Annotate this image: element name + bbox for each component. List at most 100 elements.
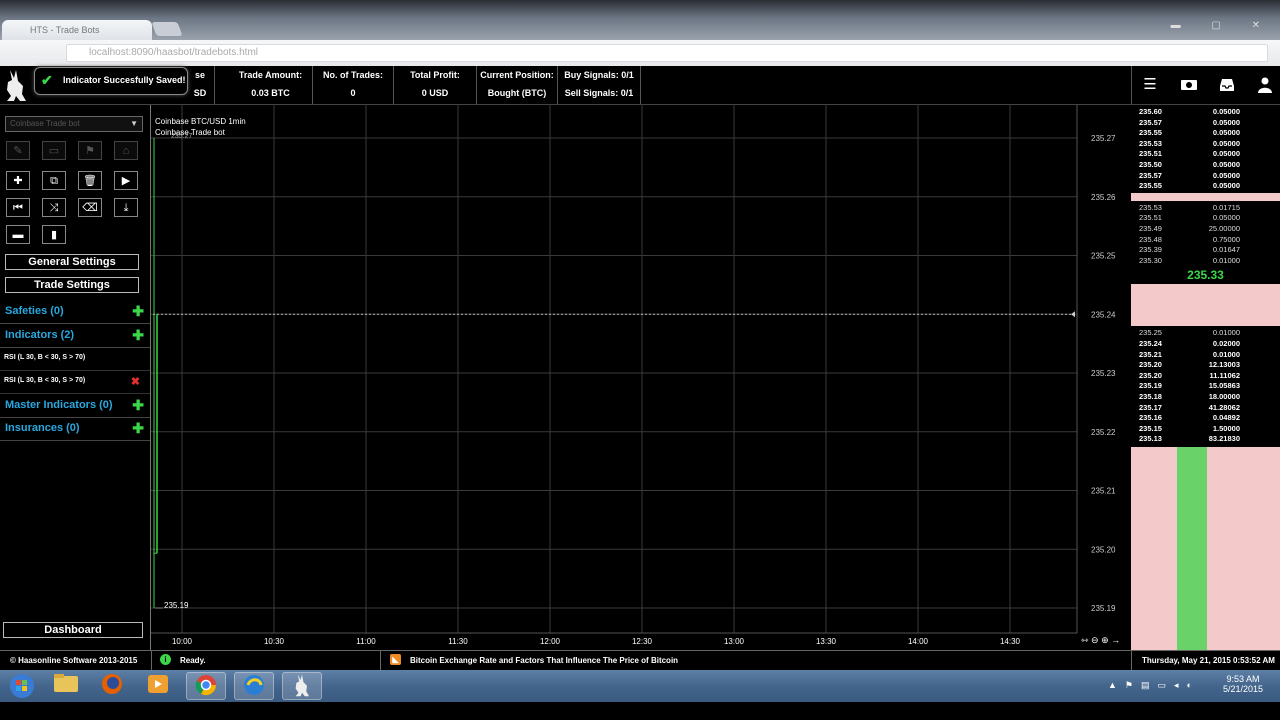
orderbook-row: 235.51 0.05000 — [1131, 213, 1280, 224]
orderbook-amount: 0.04892 — [1212, 413, 1240, 423]
y-tick-label: 235.23 — [1091, 369, 1116, 378]
info-icon: i — [160, 654, 171, 665]
delete-bot-button[interactable]: 🗑 — [78, 171, 102, 190]
url-text: localhost:8090/haasbot/tradebots.html — [89, 47, 258, 58]
menu-icon[interactable]: ☰ — [1141, 76, 1159, 94]
trade-settings-button[interactable]: Trade Settings — [5, 277, 139, 293]
flag-button[interactable]: ⚑ — [78, 141, 102, 160]
add-indicator-icon[interactable]: ✚ — [132, 327, 144, 344]
wrench-button[interactable]: ✎ — [6, 141, 30, 160]
user-icon[interactable] — [1256, 76, 1274, 94]
copy-icon: ⧉ — [50, 175, 58, 187]
download-button[interactable]: ⤓ — [114, 198, 138, 217]
orderbook-amount: 0.01647 — [1212, 245, 1240, 255]
y-tick-label: 235.19 — [1091, 604, 1116, 613]
browser-taskbar-icon[interactable] — [234, 672, 274, 700]
flag-icon: ⚑ — [85, 145, 95, 157]
x-tick-label: 10:00 — [172, 637, 193, 646]
status-datetime: Thursday, May 21, 2015 0:53:52 AM — [1142, 656, 1275, 665]
add-insurance-icon[interactable]: ✚ — [132, 420, 144, 437]
orderbook-amount: 1.50000 — [1212, 423, 1240, 433]
haasbot-taskbar-icon[interactable] — [282, 672, 322, 700]
orderbook-price: 235.24 — [1139, 339, 1162, 348]
money-button[interactable]: ▭ — [42, 141, 66, 160]
order-book: 235.60 0.05000 235.57 0.05000 235.55 0.05000 2… — [1131, 105, 1280, 650]
new-tab-button[interactable] — [151, 22, 183, 36]
screen-border — [0, 702, 1280, 720]
section-indicators[interactable]: Indicators (2) ✚ — [0, 325, 150, 348]
dashboard-button[interactable]: Dashboard — [3, 622, 143, 638]
money-icon[interactable] — [1180, 76, 1198, 94]
y-axis: 235.27 235.26 235.25 235.24 235.23 235.22 235.… — [1091, 134, 1116, 613]
orderbook-amount: 0.05000 — [1212, 138, 1240, 148]
orderbook-amount: 0.01000 — [1212, 349, 1240, 359]
y-tick-label: 235.22 — [1091, 428, 1116, 437]
firefox-taskbar-icon[interactable] — [92, 672, 132, 700]
x-tick-label: 13:00 — [724, 637, 745, 646]
tray-button[interactable]: ⌂ — [114, 141, 138, 160]
header-value: SD — [193, 88, 207, 98]
section-label: Indicators (2) — [5, 329, 75, 341]
browser-titlebar — [0, 0, 1280, 40]
start-bot-button[interactable]: ▶ — [114, 171, 138, 190]
explorer-taskbar-icon[interactable] — [46, 672, 86, 700]
orderbook-row: 235.25 0.01000 — [1131, 328, 1280, 339]
orderbook-amount: 0.02000 — [1212, 339, 1240, 348]
rewind-icon: ⏮ — [13, 202, 23, 214]
shuffle-button[interactable]: ⤨ — [42, 198, 66, 217]
orderbook-price: 235.55 — [1139, 181, 1162, 191]
backtest-button[interactable]: ⏮ — [6, 198, 30, 217]
start-button[interactable] — [2, 672, 42, 700]
chart-grid — [151, 105, 1078, 634]
y-tick-label: 235.25 — [1091, 252, 1116, 261]
address-bar[interactable]: localhost:8090/haasbot/tradebots.html — [66, 44, 1268, 62]
header-divider — [1131, 66, 1132, 104]
orderbook-row: 235.51 0.05000 — [1131, 149, 1280, 160]
add-bot-button[interactable]: ✚ — [6, 171, 30, 190]
chrome-taskbar-icon[interactable] — [186, 672, 226, 700]
browser-tab[interactable]: HTS - Trade Bots — [2, 20, 152, 40]
status-text: Ready. — [180, 656, 206, 665]
taskbar-clock[interactable]: 9:53 AM 5/21/2015 — [1218, 674, 1268, 694]
header-value: 0 USD — [421, 88, 449, 98]
remove-indicator-icon[interactable]: ✖ — [131, 375, 140, 388]
chart-nav-controls[interactable]: ⇿ ⊖ ⊕ → — [1081, 635, 1120, 645]
add-master-indicator-icon[interactable]: ✚ — [132, 397, 144, 414]
last-price: 235.33 — [1187, 268, 1224, 283]
indicator-row[interactable]: RSI (L 30, B < 30, S > 70) ✖ — [0, 371, 150, 394]
eraser-button[interactable]: ⌫ — [78, 198, 102, 217]
orderbook-price: 235.55 — [1139, 128, 1162, 138]
bot-select[interactable]: Coinbase Trade bot ▼ — [5, 116, 143, 132]
orderbook-amount: 0.01715 — [1212, 202, 1240, 212]
system-tray-icons[interactable]: ▲⚑▤▭◂◐ — [1108, 680, 1200, 691]
header-cell-trades: No. of Trades: 0 — [313, 66, 394, 104]
window-controls[interactable]: ▬ ▢ ✕ — [1171, 20, 1274, 31]
orderbook-amount: 0.05000 — [1212, 128, 1240, 138]
news-ticker[interactable]: Bitcoin Exchange Rate and Factors That I… — [410, 656, 678, 665]
header-value: Bought (BTC) — [487, 88, 547, 98]
general-settings-button[interactable]: General Settings — [5, 254, 139, 270]
orderbook-row: 235.55 0.05000 — [1131, 128, 1280, 139]
indicator-row[interactable]: RSI (L 30, B < 30, S > 70) — [0, 348, 150, 371]
orderbook-row: 235.48 0.75000 — [1131, 235, 1280, 246]
section-safeties[interactable]: Safeties (0) ✚ — [0, 301, 150, 324]
indicator-label: RSI (L 30, B < 30, S > 70) — [4, 377, 86, 384]
document-button[interactable]: ▮ — [42, 225, 66, 244]
header-cell-position: Current Position: Bought (BTC) — [477, 66, 558, 104]
section-label: Master Indicators (0) — [5, 399, 113, 411]
section-insurances[interactable]: Insurances (0) ✚ — [0, 418, 150, 441]
inbox-icon[interactable] — [1218, 76, 1236, 94]
section-master-indicators[interactable]: Master Indicators (0) ✚ — [0, 395, 150, 418]
toast-message: Indicator Succesfully Saved! — [63, 75, 186, 85]
rss-icon: ◣ — [390, 654, 401, 665]
document-icon: ▮ — [50, 229, 58, 241]
clone-bot-button[interactable]: ⧉ — [42, 171, 66, 190]
money-icon: ▭ — [48, 145, 60, 157]
orderbook-price: 235.49 — [1139, 224, 1162, 233]
media-player-taskbar-icon[interactable] — [138, 672, 178, 700]
add-safety-icon[interactable]: ✚ — [132, 303, 144, 320]
price-chart[interactable]: 10:00 10:30 11:00 11:30 12:00 12:30 13:00 13:30… — [151, 105, 1131, 650]
orderbook-price: 235.20 — [1139, 360, 1162, 370]
status-divider — [380, 651, 381, 671]
window-button[interactable]: ▬ — [6, 225, 30, 244]
